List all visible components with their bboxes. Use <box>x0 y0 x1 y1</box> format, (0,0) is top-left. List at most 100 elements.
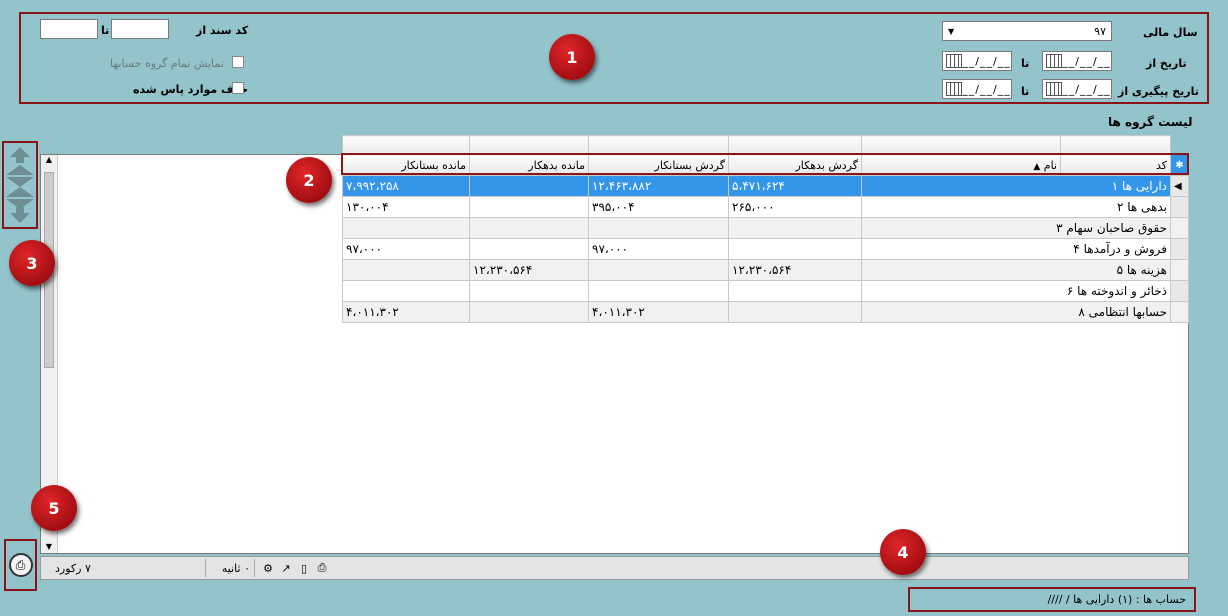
record-count: ۷ رکورد <box>55 561 91 575</box>
cell-code-name[interactable]: فروش و درآمدها ۴ <box>861 238 1171 260</box>
cell-debit-turnover[interactable]: ۲۶۵،۰۰۰ <box>728 196 862 218</box>
cell-credit-balance[interactable]: ۴،۰۱۱،۳۰۲ <box>342 301 470 323</box>
doc-code-from-field[interactable] <box>111 19 169 39</box>
doc-code-to-label: تا <box>101 24 110 37</box>
table-row[interactable]: ۹۷،۰۰۰ ۹۷،۰۰۰ فروش و درآمدها ۴ <box>342 238 1189 260</box>
callout-badge-4: 4 <box>880 529 926 575</box>
list-title: لیست گروه ها <box>1108 115 1193 129</box>
cell-credit-turnover[interactable]: ۴،۰۱۱،۳۰۲ <box>588 301 729 323</box>
cell-code: ۶ <box>1066 284 1074 298</box>
row-selector[interactable] <box>1170 196 1189 218</box>
table-row[interactable]: ۷،۹۹۲،۲۵۸ ۱۲،۴۶۳،۸۸۲ ۵،۴۷۱،۶۲۴ دارایی ها… <box>342 175 1189 197</box>
table-row[interactable]: ۴،۰۱۱،۳۰۲ ۴،۰۱۱،۳۰۲ حسابها انتظامی ۸ <box>342 301 1189 323</box>
print-icon[interactable]: ⎙ <box>8 553 33 577</box>
followup-date-from-field[interactable]: __/__/__ <box>1042 79 1112 99</box>
cell-credit-balance[interactable]: ۷،۹۹۲،۲۵۸ <box>342 175 470 197</box>
cell-credit-balance[interactable]: ۱۳۰،۰۰۴ <box>342 196 470 218</box>
cell-credit-turnover[interactable]: ۹۷،۰۰۰ <box>588 238 729 260</box>
cell-credit-balance[interactable] <box>342 259 470 281</box>
calendar-icon[interactable] <box>946 54 962 68</box>
row-indicator-icon[interactable]: ◀ <box>1170 175 1189 197</box>
chevron-down-icon: ▼ <box>948 26 955 36</box>
cell-credit-balance[interactable]: ۹۷،۰۰۰ <box>342 238 470 260</box>
cell-debit-balance[interactable] <box>469 175 589 197</box>
date-from-field[interactable]: __/__/__ <box>1042 51 1112 71</box>
row-selector[interactable] <box>1170 259 1189 281</box>
cell-debit-turnover[interactable] <box>728 217 862 239</box>
table-row[interactable]: حقوق صاحبان سهام ۳ <box>342 217 1189 239</box>
row-selector[interactable] <box>1170 238 1189 260</box>
cell-credit-turnover[interactable] <box>588 259 729 281</box>
followup-date-to-field[interactable]: __/__/__ <box>942 79 1012 99</box>
cell-code: ۳ <box>1056 221 1063 235</box>
cell-code: ۸ <box>1078 305 1085 319</box>
export-icon[interactable]: ↗ <box>277 562 295 575</box>
cell-name: هزینه ها <box>1126 263 1167 277</box>
show-all-groups-label: نمایش تمام گروه حسابها <box>110 57 224 70</box>
account-path-box: حساب ها : (۱) دارایی ها / //// <box>908 587 1196 612</box>
cell-credit-balance[interactable] <box>342 280 470 302</box>
callout-badge-2: 2 <box>286 157 332 203</box>
row-selector[interactable] <box>1170 217 1189 239</box>
fiscal-year-select[interactable]: ▼ ۹۷ <box>942 21 1112 41</box>
print-panel: ⎙ <box>4 539 37 591</box>
navigation-arrows[interactable] <box>4 143 36 227</box>
settings-icon[interactable]: ⚙ <box>259 562 277 575</box>
followup-date-to-label: تا <box>1021 85 1030 98</box>
date-from-label: تاریخ از <box>1146 57 1187 70</box>
followup-date-from-label: تاریخ پیگیری از <box>1118 85 1199 98</box>
callout-badge-1: 1 <box>549 34 595 80</box>
cell-debit-balance[interactable] <box>469 301 589 323</box>
table-row[interactable]: ذخائر و اندوخته ها ۶ <box>342 280 1189 302</box>
cell-debit-balance[interactable] <box>469 196 589 218</box>
cell-code-name[interactable]: بدهی ها ۲ <box>861 196 1171 218</box>
remove-passed-label: حذف موارد پاس شده <box>133 83 249 96</box>
row-selector[interactable] <box>1170 301 1189 323</box>
doc-code-to-field[interactable] <box>40 19 98 39</box>
calendar-icon[interactable] <box>1046 54 1062 68</box>
cell-debit-turnover[interactable] <box>728 301 862 323</box>
cell-code-name[interactable]: حقوق صاحبان سهام ۳ <box>861 217 1171 239</box>
cell-debit-balance[interactable] <box>469 238 589 260</box>
last-record-icon <box>10 207 30 223</box>
scroll-up-arrow[interactable]: ▲ <box>41 155 57 169</box>
cell-credit-turnover[interactable]: ۳۹۵،۰۰۴ <box>588 196 729 218</box>
calendar-icon[interactable] <box>1046 82 1062 96</box>
calendar-icon[interactable] <box>946 82 962 96</box>
cell-debit-balance[interactable] <box>469 280 589 302</box>
scroll-down-arrow[interactable]: ▼ <box>41 542 57 551</box>
date-to-label: تا <box>1021 57 1030 70</box>
table-row[interactable]: ۱۳۰،۰۰۴ ۳۹۵،۰۰۴ ۲۶۵،۰۰۰ بدهی ها ۲ <box>342 196 1189 218</box>
document-icon[interactable]: ▯ <box>295 562 313 575</box>
cell-credit-turnover[interactable]: ۱۲،۴۶۳،۸۸۲ <box>588 175 729 197</box>
first-record-icon <box>10 147 30 163</box>
cell-debit-balance[interactable] <box>469 217 589 239</box>
show-all-groups-checkbox[interactable] <box>232 56 244 68</box>
cell-code: ۴ <box>1073 242 1080 256</box>
cell-credit-turnover[interactable] <box>588 217 729 239</box>
cell-credit-turnover[interactable] <box>588 280 729 302</box>
account-path-text: حساب ها : (۱) دارایی ها / //// <box>1047 593 1186 606</box>
grid-table: مانده بستانکار مانده بدهکار گردش بستانکا… <box>342 154 1189 323</box>
cell-debit-balance[interactable]: ۱۲،۲۳۰،۵۶۴ <box>469 259 589 281</box>
doc-code-from-label: کد سند از <box>196 24 249 37</box>
cell-name: فروش و درآمدها <box>1083 242 1167 256</box>
fiscal-year-value: ۹۷ <box>1094 24 1106 38</box>
row-selector[interactable] <box>1170 280 1189 302</box>
table-row[interactable]: ۱۲،۲۳۰،۵۶۴ ۱۲،۲۳۰،۵۶۴ هزینه ها ۵ <box>342 259 1189 281</box>
date-to-field[interactable]: __/__/__ <box>942 51 1012 71</box>
fiscal-year-label: سال مالی <box>1143 26 1198 39</box>
cell-debit-turnover[interactable]: ۵،۴۷۱،۶۲۴ <box>728 175 862 197</box>
previous-record-icon <box>6 165 34 187</box>
cell-code-name[interactable]: حسابها انتظامی ۸ <box>861 301 1171 323</box>
cell-code-name[interactable]: هزینه ها ۵ <box>861 259 1171 281</box>
remove-passed-checkbox[interactable] <box>232 82 244 94</box>
cell-credit-balance[interactable] <box>342 217 470 239</box>
cell-code-name[interactable]: ذخائر و اندوخته ها ۶ <box>861 280 1171 302</box>
cell-code-name[interactable]: دارایی ها ۱ <box>861 175 1171 197</box>
navigation-panel <box>2 141 38 229</box>
cell-debit-turnover[interactable]: ۱۲،۲۳۰،۵۶۴ <box>728 259 862 281</box>
cell-debit-turnover[interactable] <box>728 238 862 260</box>
cell-debit-turnover[interactable] <box>728 280 862 302</box>
printer-icon[interactable]: ⎙ <box>313 561 331 575</box>
